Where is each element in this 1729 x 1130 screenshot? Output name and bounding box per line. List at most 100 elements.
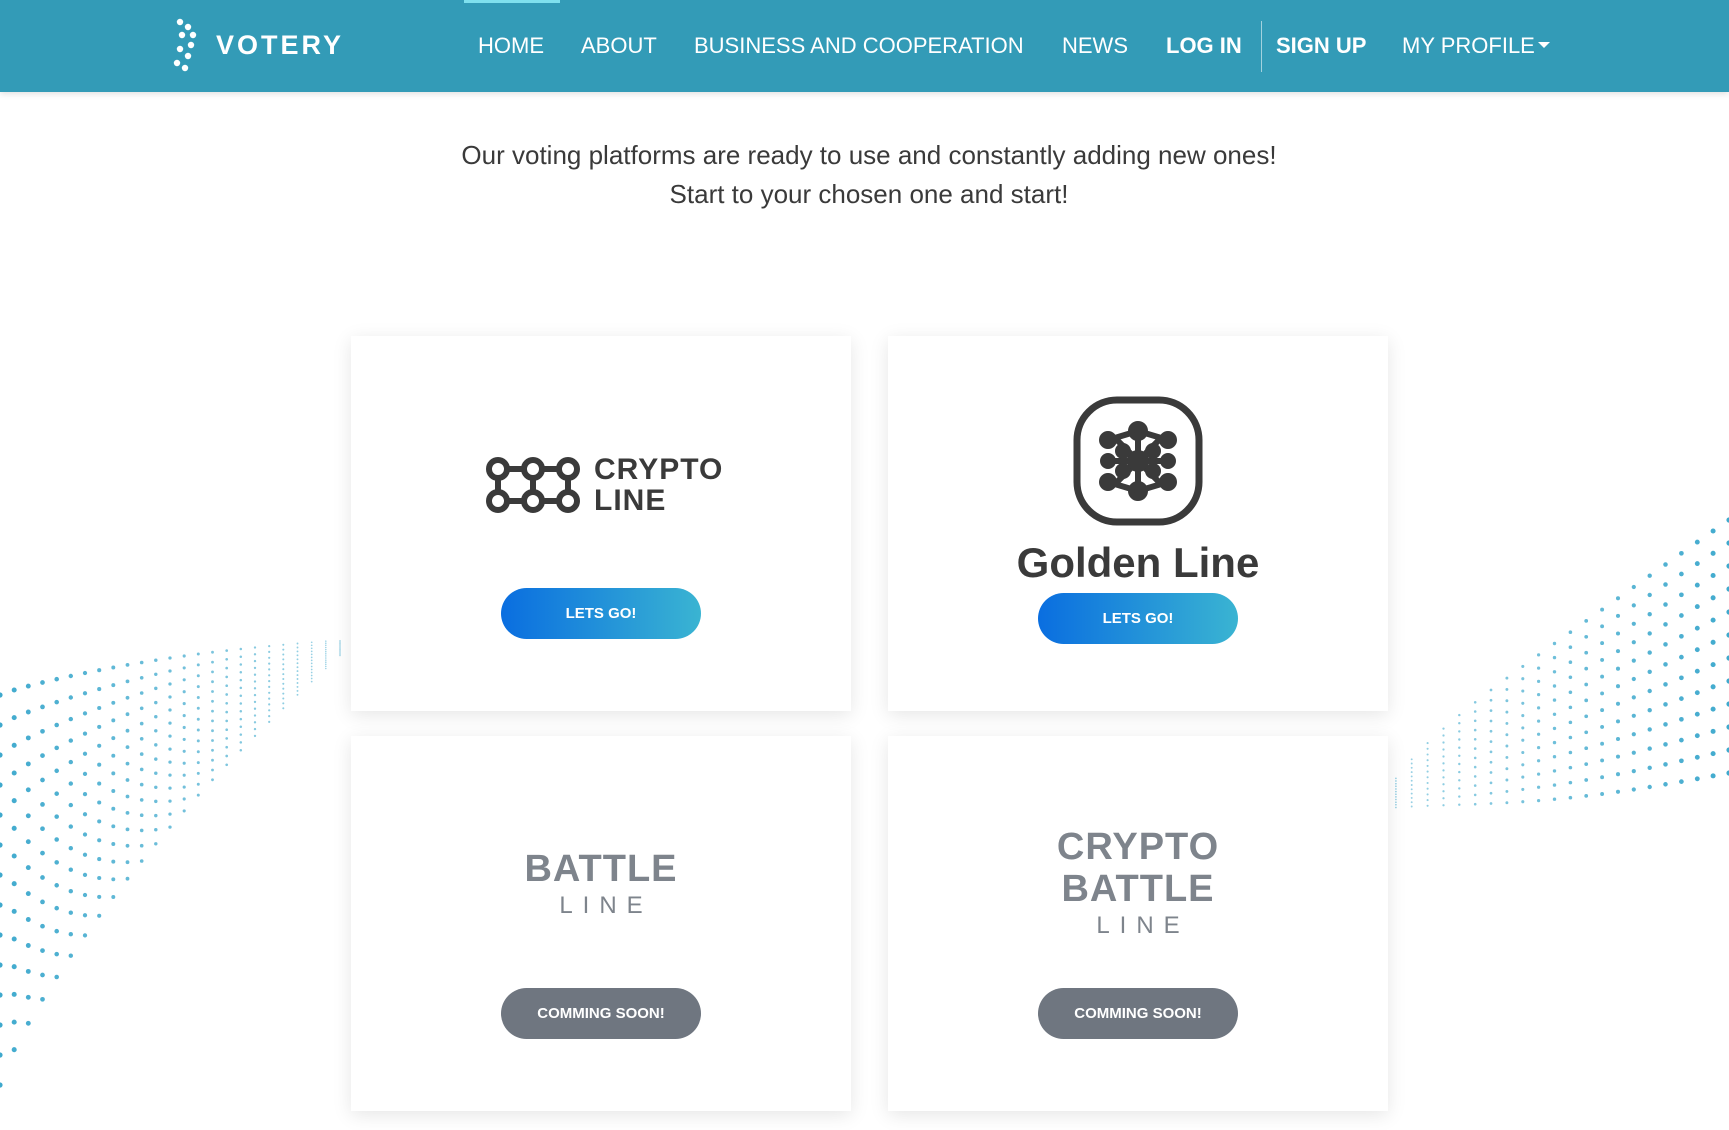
wave-dot <box>97 781 102 786</box>
wave-dot <box>1663 762 1668 767</box>
wave-dot <box>82 933 88 938</box>
golden-line-lets-go-button[interactable]: LETS GO! <box>1038 593 1238 644</box>
wave-dot <box>268 691 271 694</box>
wave-dot <box>54 745 59 751</box>
wave-dot <box>282 643 285 646</box>
wave-dot <box>125 843 130 848</box>
wave-dot <box>11 908 17 914</box>
wave-dot <box>182 761 186 765</box>
wave-dot <box>1552 726 1557 731</box>
wave-dot <box>54 860 59 865</box>
wave-dot <box>0 722 3 728</box>
wave-dot <box>1521 775 1525 779</box>
wave-dot <box>211 650 214 654</box>
wave-dot <box>125 695 130 700</box>
platform-card-battle-line: BATTLE LINE COMMING SOON! <box>351 736 851 1111</box>
wave-dot <box>111 859 116 864</box>
wave-dot <box>1615 772 1621 777</box>
wave-dot <box>1458 721 1461 725</box>
wave-dot <box>196 685 200 689</box>
wave-dot <box>1395 798 1397 801</box>
wave-dot <box>54 974 59 980</box>
wave-dot <box>310 662 313 665</box>
wave-dot <box>1631 787 1636 792</box>
wave-dot <box>182 797 186 801</box>
wave-dot <box>1679 696 1684 701</box>
wave-dot <box>296 654 299 657</box>
nav-my-profile-dropdown[interactable]: MY PROFILE <box>1402 0 1550 92</box>
wave-dot <box>11 964 17 970</box>
top-navbar: VOTERY HOME ABOUT BUSINESS AND COOPERATI… <box>0 0 1729 92</box>
wave-dot <box>253 666 257 670</box>
wave-dot <box>182 666 186 670</box>
wave-dot <box>339 652 341 654</box>
wave-dot <box>40 826 45 832</box>
crypto-line-word-1: CRYPTO <box>594 453 724 486</box>
wave-dot <box>139 660 144 665</box>
site-logo[interactable]: VOTERY <box>172 18 344 72</box>
wave-dot <box>1615 649 1621 654</box>
wave-dot <box>168 786 172 790</box>
wave-dot <box>1600 708 1605 713</box>
wave-dot <box>1426 764 1429 767</box>
wave-dot <box>1615 701 1621 706</box>
wave-dot <box>1679 654 1684 660</box>
wave-dot <box>196 706 200 710</box>
wave-dot <box>1521 714 1525 718</box>
wave-dot <box>139 798 144 802</box>
wave-dot <box>139 859 144 863</box>
wave-dot <box>1647 631 1652 636</box>
nav-about[interactable]: ABOUT <box>581 0 657 92</box>
wave-dot <box>339 640 341 642</box>
wave-dot <box>11 1019 17 1025</box>
wave-dot <box>40 753 45 758</box>
wave-dot <box>310 665 313 668</box>
wave-dot <box>54 905 59 911</box>
wave-dot <box>310 674 313 677</box>
wave-dot <box>1426 799 1429 802</box>
wave-dot <box>253 680 257 683</box>
wave-dot <box>182 702 186 706</box>
wave-dot <box>1631 732 1636 737</box>
wave-dot <box>97 875 102 881</box>
wave-dot <box>211 719 214 723</box>
wave-dot <box>0 932 3 938</box>
nav-news[interactable]: NEWS <box>1062 0 1128 92</box>
wave-dot <box>296 642 299 645</box>
wave-dot <box>1615 613 1621 618</box>
wave-dot <box>1552 769 1557 773</box>
wave-dot <box>310 653 313 656</box>
wave-dot <box>1710 528 1716 534</box>
wave-dot <box>40 680 45 685</box>
wave-dot <box>268 656 271 659</box>
wave-dot <box>154 672 158 677</box>
wave-dot <box>139 706 144 711</box>
wave-dot <box>97 894 102 899</box>
wave-dot <box>25 917 31 922</box>
crypto-battle-line-coming-soon-button[interactable]: COMMING SOON! <box>1038 988 1238 1039</box>
wave-dot <box>40 899 45 905</box>
crypto-line-lets-go-button[interactable]: LETS GO! <box>501 588 701 639</box>
wave-dot <box>0 992 3 998</box>
wave-dot <box>253 734 257 738</box>
nav-signup[interactable]: SIGN UP <box>1276 0 1366 92</box>
wave-dot <box>111 877 116 882</box>
wave-dot <box>68 802 74 808</box>
nav-business-and-cooperation[interactable]: BUSINESS AND COOPERATION <box>694 0 1024 92</box>
wave-dot <box>1473 747 1477 750</box>
wave-dot <box>1442 741 1445 744</box>
wave-dot <box>0 752 3 758</box>
wave-dot <box>154 813 158 818</box>
wave-dot <box>1426 804 1429 807</box>
wave-dot <box>296 658 299 661</box>
wave-dot <box>1410 758 1413 761</box>
wave-dot <box>296 662 299 665</box>
nav-home[interactable]: HOME <box>478 0 544 92</box>
wave-dot <box>196 728 200 732</box>
wave-dot <box>1663 682 1668 687</box>
battle-line-coming-soon-button[interactable]: COMMING SOON! <box>501 988 701 1039</box>
nav-login[interactable]: LOG IN <box>1166 0 1242 92</box>
votery-dots-icon <box>173 18 197 72</box>
wave-dot <box>1442 727 1445 730</box>
wave-dot <box>1679 550 1684 556</box>
